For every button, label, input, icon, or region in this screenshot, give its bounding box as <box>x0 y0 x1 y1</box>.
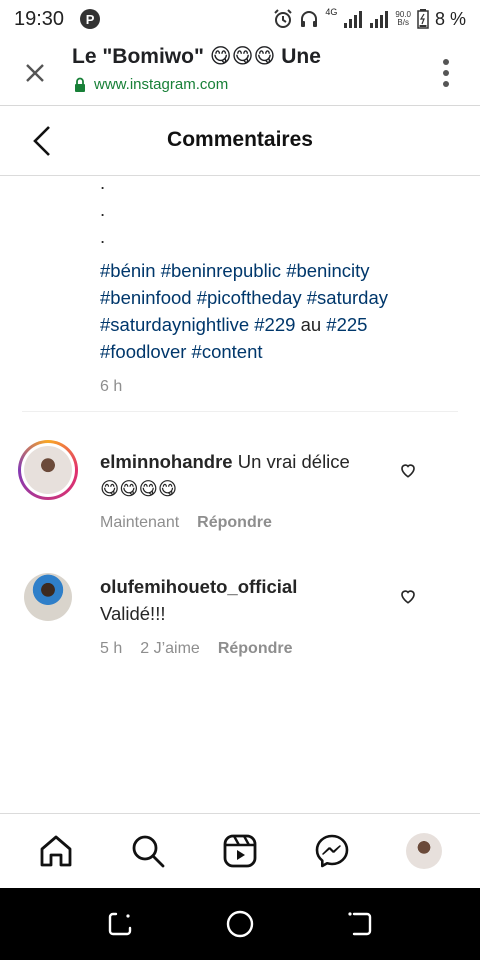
reply-button[interactable]: Répondre <box>218 640 293 658</box>
recents-icon[interactable] <box>106 910 134 938</box>
hashtag-link[interactable]: #beninfood <box>100 287 192 308</box>
caption-text: au <box>300 314 322 335</box>
heart-icon[interactable] <box>399 461 417 479</box>
close-icon[interactable] <box>22 60 48 86</box>
url-display: www.instagram.com <box>74 76 228 93</box>
hashtag-link[interactable]: #saturdaynightlive <box>100 314 249 335</box>
hashtag-link[interactable]: #content <box>192 341 263 362</box>
avatar[interactable] <box>18 440 78 500</box>
hashtag-line: #beninfood #picoftheday #saturday <box>100 284 460 311</box>
comment-body: elminnohandre Un vrai délice 😋😋😋😋 <box>100 448 380 502</box>
hashtag-line: #bénin #beninrepublic #benincity <box>100 257 460 284</box>
battery-percent: 8 % <box>434 8 466 29</box>
hashtag-link[interactable]: #benincity <box>286 260 369 281</box>
likes-count[interactable]: 2 J’aime <box>140 640 200 658</box>
net-speed: 90.0 B/s <box>395 10 411 27</box>
hashtag-link[interactable]: #bénin <box>100 260 156 281</box>
back-button-icon[interactable] <box>346 910 374 938</box>
headphones-icon <box>301 11 318 27</box>
home-button-icon[interactable] <box>226 910 254 938</box>
comment-time: 5 h <box>100 640 123 657</box>
divider <box>22 411 458 412</box>
lock-icon <box>75 77 85 92</box>
hashtag-line: #foodlover #content <box>100 338 460 365</box>
header-title: Commentaires <box>167 128 313 151</box>
signal-icon-1 <box>344 11 363 28</box>
hashtag-link[interactable]: #picoftheday <box>197 287 302 308</box>
hashtag-link[interactable]: #225 <box>326 314 367 335</box>
search-icon <box>132 835 165 868</box>
battery-icon <box>417 9 429 29</box>
heart-icon[interactable] <box>399 587 417 605</box>
page-title: Le "Bomiwo" 😋😋😋 Une <box>72 45 321 68</box>
browser-bar: Le "Bomiwo" 😋😋😋 Une www.instagram.com <box>0 38 480 106</box>
hashtag-link[interactable]: #229 <box>254 314 295 335</box>
nav-profile[interactable] <box>405 832 443 870</box>
comment-emoji: 😋😋😋😋 <box>100 478 178 499</box>
status-time: 19:30 <box>14 7 65 30</box>
nav-messenger[interactable] <box>313 832 351 870</box>
system-nav-bar <box>0 888 480 960</box>
home-icon <box>40 835 72 867</box>
hashtag-link[interactable]: #beninrepublic <box>161 260 281 281</box>
hashtag-link[interactable]: #foodlover <box>100 341 186 362</box>
more-vert-icon[interactable] <box>442 58 450 88</box>
comment-meta: 5 h 2 J’aime Répondre <box>100 640 293 658</box>
signal-icon-2 <box>370 11 389 28</box>
comment-text: Un vrai délice <box>237 451 350 472</box>
post-caption: . . . #bénin #beninrepublic #benincity #… <box>100 173 460 400</box>
url-text: www.instagram.com <box>94 76 229 93</box>
notification-badge: P <box>80 9 101 29</box>
messenger-icon <box>315 834 349 868</box>
comment-username[interactable]: elminnohandre <box>100 451 233 472</box>
reels-icon <box>223 834 257 868</box>
bottom-nav <box>0 813 480 888</box>
comment-meta: Maintenant Répondre <box>100 514 272 532</box>
status-icons: 4G 90.0 B/s 8 % <box>273 6 466 30</box>
hashtag-line: #saturdaynightlive #229 au #225 <box>100 311 460 338</box>
alarm-icon <box>274 9 293 28</box>
nav-home[interactable] <box>37 832 75 870</box>
comment-username[interactable]: olufemihoueto_official <box>100 573 380 600</box>
avatar[interactable] <box>24 573 72 621</box>
comment-body: olufemihoueto_official Validé!!! <box>100 573 380 627</box>
comment-time: Maintenant <box>100 514 180 531</box>
nav-search[interactable] <box>129 832 167 870</box>
comments-header: Commentaires <box>0 106 480 176</box>
reply-button[interactable]: Répondre <box>197 514 272 532</box>
profile-avatar <box>406 833 442 869</box>
nav-reels[interactable] <box>221 832 259 870</box>
status-bar: 19:30 P 4G 90.0 B/s 8 % <box>0 0 480 38</box>
network-type: 4G <box>325 6 338 17</box>
caption-time: 6 h <box>100 378 123 395</box>
comment-text: Validé!!! <box>100 603 166 624</box>
hashtag-link[interactable]: #saturday <box>307 287 388 308</box>
